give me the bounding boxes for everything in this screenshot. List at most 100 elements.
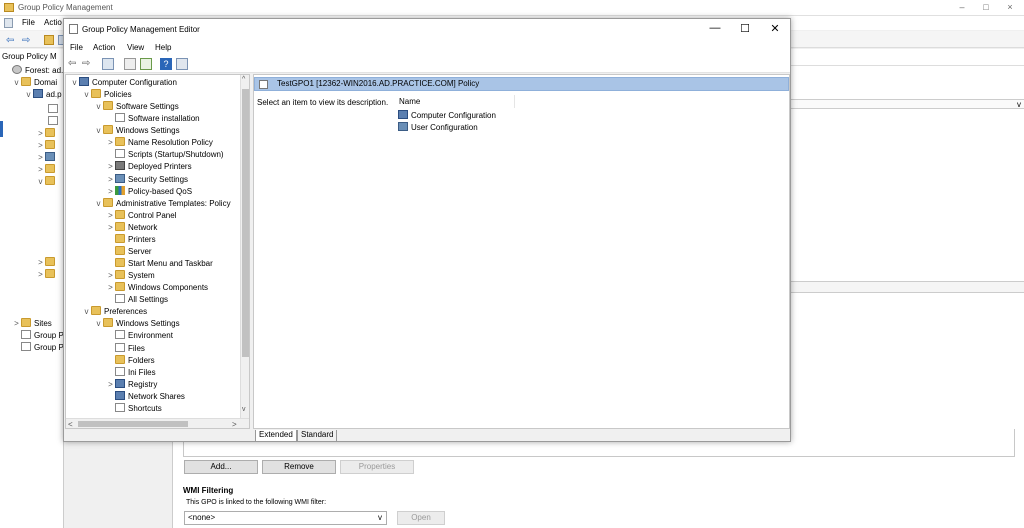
scroll-thumb[interactable]: [78, 421, 188, 427]
forward-arrow-icon[interactable]: ⇨: [82, 58, 90, 69]
help-icon[interactable]: ?: [160, 58, 172, 70]
scroll-up-icon[interactable]: ^: [242, 76, 245, 83]
gpme-maximize-button[interactable]: ☐: [730, 22, 760, 35]
gpo-link-icon: [48, 104, 58, 113]
tree-item[interactable]: Environment: [106, 330, 173, 342]
list-item-computer-configuration[interactable]: Computer Configuration: [398, 110, 496, 122]
tree-item[interactable]: v Computer Configuration: [70, 77, 177, 89]
forward-arrow-icon[interactable]: ⇨: [22, 35, 30, 46]
add-button[interactable]: Add...: [184, 460, 258, 474]
bg-menu-file[interactable]: File: [22, 18, 35, 27]
show-hide-tree-icon[interactable]: [102, 58, 114, 70]
tree-item[interactable]: > Registry: [106, 378, 157, 391]
menu-action[interactable]: Action: [93, 43, 115, 52]
tree-item[interactable]: Folders: [106, 354, 155, 367]
tree-item[interactable]: > Name Resolution Policy: [106, 137, 213, 149]
folder-icon: [21, 77, 31, 86]
tree-item[interactable]: v Policies: [82, 89, 132, 101]
chevron-right-icon[interactable]: >: [106, 270, 115, 282]
name-column-header[interactable]: Name: [395, 95, 515, 108]
up-folder-icon[interactable]: [44, 35, 54, 45]
properties-button[interactable]: Properties: [340, 460, 414, 474]
tab-extended[interactable]: Extended: [255, 430, 297, 442]
chevron-down-icon[interactable]: v: [24, 90, 33, 99]
tree-item[interactable]: Files: [106, 342, 145, 355]
chevron-right-icon[interactable]: >: [106, 161, 115, 173]
menu-file[interactable]: File: [70, 43, 83, 52]
tree-item[interactable]: All Settings: [106, 294, 168, 306]
tree-item[interactable]: Scripts (Startup/Shutdown): [106, 149, 224, 161]
tree-item[interactable]: Printers: [106, 233, 156, 246]
chevron-down-icon[interactable]: v: [94, 101, 103, 113]
chevron-down-icon[interactable]: v: [94, 198, 103, 210]
chevron-right-icon[interactable]: >: [36, 165, 45, 174]
chevron-down-icon[interactable]: v: [70, 77, 79, 89]
chevron-down-icon[interactable]: v: [378, 512, 382, 524]
tree-item[interactable]: v Software Settings: [94, 101, 179, 113]
scroll-right-icon[interactable]: >: [232, 420, 237, 428]
menu-view[interactable]: View: [127, 43, 144, 52]
tree-vertical-scrollbar[interactable]: ^ v: [240, 75, 249, 418]
properties-icon[interactable]: [124, 58, 136, 70]
wmi-open-button[interactable]: Open: [397, 511, 445, 525]
chevron-right-icon[interactable]: >: [36, 141, 45, 150]
tree-horizontal-scrollbar[interactable]: < >: [66, 418, 249, 428]
chevron-right-icon[interactable]: >: [36, 153, 45, 162]
chevron-right-icon[interactable]: >: [106, 174, 115, 186]
scroll-down-icon[interactable]: v: [242, 406, 246, 413]
tree-item[interactable]: > Policy-based QoS: [106, 185, 192, 198]
tree-item[interactable]: Software installation: [106, 113, 200, 125]
tab-standard[interactable]: Standard: [297, 430, 338, 442]
tree-item[interactable]: > System: [106, 270, 155, 282]
export-list-icon[interactable]: [140, 58, 152, 70]
tree-item[interactable]: v Administrative Templates: Policy: [94, 197, 231, 210]
chevron-right-icon[interactable]: >: [106, 210, 115, 222]
chevron-down-icon[interactable]: v: [36, 177, 45, 186]
chevron-right-icon[interactable]: >: [106, 186, 115, 198]
chevron-right-icon[interactable]: >: [106, 137, 115, 149]
tree-item[interactable]: Ini Files: [106, 366, 156, 379]
list-item-user-configuration[interactable]: User Configuration: [398, 122, 478, 134]
scroll-thumb[interactable]: [242, 89, 249, 357]
tree-item[interactable]: Network Shares: [106, 390, 185, 403]
remove-button[interactable]: Remove: [262, 460, 336, 474]
wmi-filter-select[interactable]: <none> v: [184, 511, 387, 525]
tree-item[interactable]: > Security Settings: [106, 173, 188, 186]
chevron-right-icon[interactable]: >: [36, 258, 45, 267]
scroll-left-icon[interactable]: <: [68, 420, 73, 428]
tree-item[interactable]: Shortcuts: [106, 402, 162, 415]
tree-item[interactable]: > Control Panel: [106, 209, 176, 222]
bg-maximize-button[interactable]: □: [976, 2, 996, 12]
back-arrow-icon[interactable]: ⇦: [6, 35, 14, 46]
tree-item[interactable]: v Preferences: [82, 306, 147, 318]
chevron-down-icon[interactable]: v: [12, 78, 21, 87]
chevron-right-icon[interactable]: >: [106, 222, 115, 234]
bg-close-button[interactable]: ×: [1000, 2, 1020, 12]
tree-item[interactable]: > Deployed Printers: [106, 161, 192, 173]
bg-menu-action[interactable]: Actio: [44, 18, 62, 27]
gpme-close-button[interactable]: ✕: [760, 22, 790, 35]
bg-minimize-button[interactable]: –: [952, 2, 972, 12]
tree-item[interactable]: > Network: [106, 221, 157, 234]
chevron-right-icon[interactable]: >: [36, 129, 45, 138]
tree-item[interactable]: > Windows Components: [106, 282, 208, 294]
chevron-down-icon[interactable]: v: [1017, 100, 1021, 109]
bg-dropdown-strip[interactable]: v: [791, 99, 1024, 109]
chevron-right-icon[interactable]: >: [12, 319, 21, 328]
chevron-down-icon[interactable]: v: [94, 125, 103, 137]
bg-tree-root[interactable]: Group Policy M: [2, 52, 66, 64]
menu-help[interactable]: Help: [155, 43, 171, 52]
tree-item[interactable]: v Windows Settings: [94, 125, 180, 137]
view-icon[interactable]: [176, 58, 188, 70]
chevron-down-icon[interactable]: v: [82, 89, 91, 101]
chevron-down-icon[interactable]: v: [82, 306, 91, 318]
tree-item[interactable]: v Windows Settings: [94, 318, 180, 330]
chevron-right-icon[interactable]: >: [106, 379, 115, 391]
chevron-right-icon[interactable]: >: [36, 270, 45, 279]
chevron-right-icon[interactable]: >: [106, 282, 115, 294]
tree-item[interactable]: Server: [106, 245, 152, 258]
chevron-down-icon[interactable]: v: [94, 318, 103, 330]
back-arrow-icon[interactable]: ⇦: [68, 58, 76, 69]
gpme-minimize-button[interactable]: —: [700, 22, 730, 34]
tree-item[interactable]: Start Menu and Taskbar: [106, 258, 213, 270]
